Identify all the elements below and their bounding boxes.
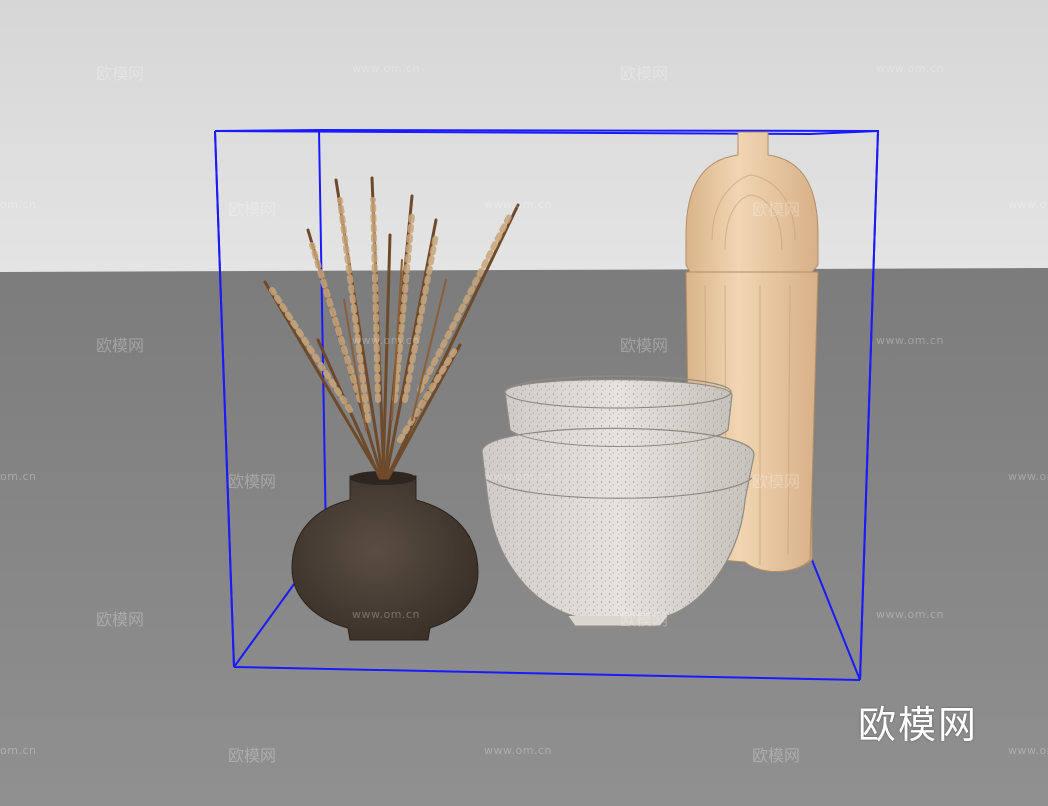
brand-logo-text: 欧模网 [858,703,979,747]
scene-illustration [0,0,1048,806]
render-scene: 欧模网 www.om.cn 欧模网 www.om.cn om.cn 欧模网 ww… [0,0,1048,806]
wall [0,0,1048,272]
